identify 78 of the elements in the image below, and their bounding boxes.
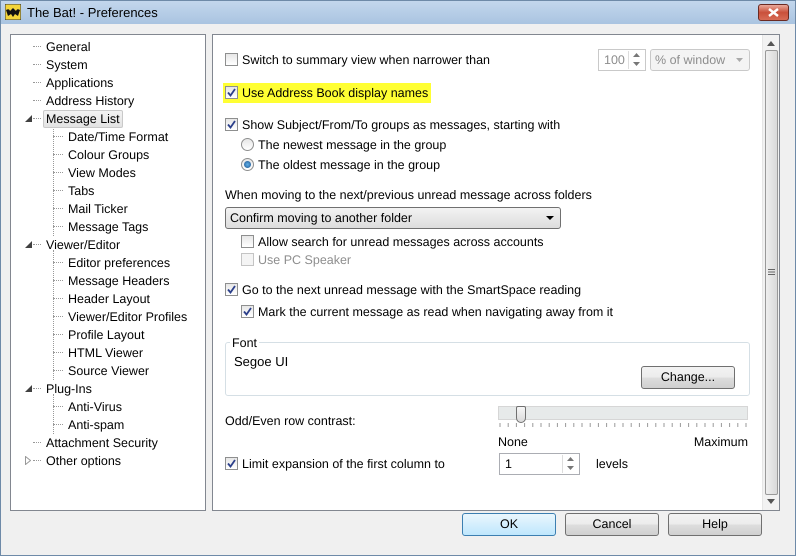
checkbox[interactable] <box>241 305 254 318</box>
scrollbar[interactable] <box>762 34 779 510</box>
tree-item[interactable]: Message Tags <box>65 218 152 236</box>
option-label: Go to the next unread message with the SmartSpace reading <box>242 282 582 297</box>
collapse-icon[interactable] <box>24 115 32 122</box>
option-label: Switch to summary view when narrower than <box>242 52 490 67</box>
bat-icon <box>5 4 21 20</box>
option-label: Use PC Speaker <box>258 252 352 267</box>
close-button[interactable] <box>758 4 789 21</box>
option-label: The newest message in the group <box>258 138 446 152</box>
tree-item[interactable]: Header Layout <box>65 290 154 308</box>
tree-item[interactable]: Plug-Ins <box>43 380 95 398</box>
option-label: Show Subject/From/To groups as messages, starting with <box>242 118 560 132</box>
dialog-button[interactable]: Help <box>668 512 762 536</box>
check-icon <box>227 88 236 98</box>
font-name: Segoe UI <box>234 354 288 371</box>
close-icon <box>768 8 779 17</box>
change-button[interactable]: Change... <box>641 366 735 389</box>
option-label: Odd/Even row contrast: <box>225 414 357 430</box>
collapse-icon[interactable] <box>24 241 32 248</box>
checkbox[interactable] <box>225 53 238 66</box>
checkbox[interactable] <box>225 86 238 100</box>
contrast-slider[interactable] <box>498 406 748 420</box>
group-title: Font <box>231 336 258 350</box>
tree-item[interactable]: System <box>43 56 91 74</box>
check-icon <box>227 459 236 468</box>
radio-button[interactable] <box>241 158 254 172</box>
tree-item[interactable]: Anti-Virus <box>65 398 125 416</box>
expand-icon[interactable] <box>25 456 31 466</box>
tree-item[interactable]: HTML Viewer <box>65 344 146 362</box>
folder-dropdown[interactable]: Confirm moving to another folder <box>225 206 561 229</box>
dialog-button[interactable]: Cancel <box>565 512 659 536</box>
tree-item[interactable]: Date/Time Format <box>65 128 172 146</box>
tree-item[interactable]: Message List <box>43 110 123 128</box>
tree-item[interactable]: Tabs <box>65 182 98 200</box>
levels-spinbox[interactable]: 1 <box>499 452 580 475</box>
tree-item[interactable]: Applications <box>43 74 116 92</box>
checkbox[interactable] <box>225 118 238 132</box>
tree-item[interactable]: Editor preferences <box>65 254 174 272</box>
scroll-up-icon[interactable] <box>767 40 775 46</box>
scroll-down-icon[interactable] <box>767 498 775 504</box>
check-icon <box>227 285 236 294</box>
min-label: None <box>498 434 528 449</box>
option-label: The oldest message in the group <box>258 158 440 172</box>
option-label: Use Address Book display names <box>242 86 428 100</box>
tree-item[interactable]: Profile Layout <box>65 326 148 344</box>
tick-marks-icon <box>498 422 748 429</box>
tree-item[interactable]: Attachment Security <box>43 434 161 452</box>
tree-item[interactable]: Source Viewer <box>65 362 152 380</box>
max-label: Maximum <box>694 434 748 449</box>
check-icon <box>227 120 236 130</box>
radio-button[interactable] <box>241 138 254 152</box>
collapse-icon[interactable] <box>24 385 32 392</box>
tree-item[interactable]: Mail Ticker <box>65 200 131 218</box>
dialog-button[interactable]: OK <box>462 512 556 536</box>
option-label: Allow search for unread messages across accounts <box>258 234 544 249</box>
section-label: When moving to the next/previous unread message across folders <box>225 188 592 202</box>
tree-item[interactable]: Colour Groups <box>65 146 152 164</box>
window-title: The Bat! - Preferences <box>27 4 159 20</box>
dropdown-arrow-icon <box>736 58 743 62</box>
tree-item[interactable]: General <box>43 38 94 56</box>
option-label: Mark the current message as read when navigating away from it <box>258 304 614 319</box>
grip-icon <box>768 269 774 276</box>
tree-item[interactable]: View Modes <box>65 164 139 182</box>
slider-thumb[interactable] <box>516 406 526 423</box>
tree-item[interactable]: Address History <box>43 92 138 110</box>
option-label: Limit expansion of the first column to <box>242 456 446 471</box>
tree-item[interactable]: Viewer/Editor <box>43 236 124 254</box>
tree-item[interactable]: Message Headers <box>65 272 172 290</box>
unit-label: levels <box>596 456 628 471</box>
checkbox[interactable] <box>225 283 238 296</box>
tree-item[interactable]: Anti-spam <box>65 416 128 434</box>
tree-item[interactable]: Viewer/Editor Profiles <box>65 308 190 326</box>
tree-item[interactable]: Other options <box>43 452 124 470</box>
dropdown-arrow-icon <box>546 216 554 220</box>
checkbox[interactable] <box>225 457 238 470</box>
check-icon <box>243 307 252 316</box>
checkbox[interactable] <box>241 235 254 248</box>
